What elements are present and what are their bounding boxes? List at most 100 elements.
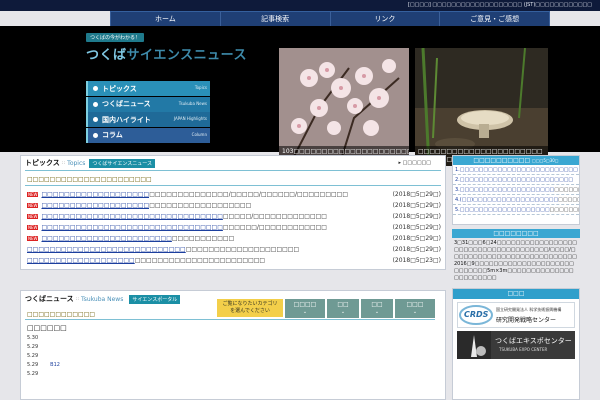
news-date: 5.29 <box>27 344 39 350</box>
crds-name: 研究開発戦略センター <box>496 317 557 324</box>
topic-link[interactable]: □□□□□□□□□□□□□□□□□□□□□□□ <box>41 235 171 242</box>
chevron-down-icon: ⌄ <box>412 309 418 315</box>
panel-title-date: □□□5□30□ <box>532 158 559 163</box>
ranking-row[interactable]: 2.□□□□□□□□□□□□□□□□□□□□□□□□ <box>453 175 579 185</box>
menu-label-en: Column <box>191 131 207 137</box>
section-menu: トピックス Topics つくばニュース Tsukuba News 国内ハイライ… <box>86 81 210 143</box>
source-tag[interactable]: つくばサイエンスニュース <box>89 158 155 168</box>
section-title-en: Tsukuba News <box>81 295 124 303</box>
menu-topics[interactable]: トピックス Topics <box>86 81 210 96</box>
news-row: 5.29 <box>27 371 50 377</box>
title-separator: :: <box>75 296 80 302</box>
topics-card: トピックス :: Topics つくばサイエンスニュース ▸ □□□□□□ □□… <box>20 155 446 270</box>
topic-row: □□□□□□□□□□□□□□□□□□□□□□□□□□□□ □□□□□□□□□□□… <box>27 244 441 254</box>
menu-label: つくばニュース <box>102 100 151 108</box>
section-title: トピックス <box>25 159 60 167</box>
news-row: 5.29 <box>27 353 50 359</box>
news-row: 5.29 <box>27 344 50 350</box>
topic-row: NEW □□□□□□□□□□□□□□□□□□□□□□□□□□□□□□□□ □□□… <box>27 211 441 221</box>
topic-row: NEW □□□□□□□□□□□□□□□□□□□ □□□□□□□□□□□□□□/□… <box>27 189 441 199</box>
ranking-row[interactable]: 3.□□□□□□□□□□□□□□□□□□□□□□□□□□□ <box>453 185 579 195</box>
site-logo[interactable]: つくばサイエンスニュース <box>86 44 247 63</box>
rank-desc: □□□□□□□ <box>554 187 579 193</box>
menu-label: トピックス <box>102 84 137 93</box>
chevron-down-icon: ⌄ <box>374 309 380 315</box>
category-label: □□□□ <box>293 301 317 308</box>
news-link[interactable]: B12 <box>50 362 60 368</box>
picker-text: ご覧になりたいカテゴリ を選んでください <box>222 301 278 314</box>
top-info-strip: [□□□□] □□□□□□□□□□□□□□□□□□□ (JST)□□□□□□□□… <box>0 0 600 11</box>
topic-date: (2018□5□29□) <box>392 212 441 220</box>
new-badge: NEW <box>27 191 39 197</box>
nav-article-search[interactable]: 記事検索 <box>219 12 330 26</box>
topic-desc: □□□□□□/□□□□□□□□□□□□ <box>222 223 327 231</box>
topic-link[interactable]: □□□□□□□□□□□□□□□□□□□ <box>27 257 135 264</box>
science-portal-button[interactable]: サイエンスポータル <box>129 294 181 304</box>
rank-desc: □□□□□□□□□□□□□□□□□□□ <box>549 207 579 213</box>
topic-link[interactable]: □□□□□□□□□□□□□□□□□□□□□□□□□□□□□□□□ <box>41 224 222 231</box>
menu-label: コラム <box>102 131 123 139</box>
new-badge: NEW <box>27 202 39 208</box>
tsukuba-news-card: つくばニュース :: Tsukuba News サイエンスポータル ご覧になりた… <box>20 290 446 400</box>
ranking-row[interactable]: 4.(□□)□□□□□□□□□□□□□□□□□□□□□□□□□□□□□□□ <box>453 195 579 205</box>
topic-desc: □□□□□□□□□□□□□□□□□□□□ <box>185 245 300 253</box>
topic-link[interactable]: □□□□□□□□□□□□□□□□□□□ <box>41 202 149 209</box>
category-tab[interactable]: □□ ⌄ <box>361 299 393 318</box>
panel-title-text: □□□□□□□□□□ <box>473 157 531 164</box>
news-date: 5.29 <box>27 353 39 359</box>
nav-home[interactable]: ホーム <box>110 12 220 26</box>
rank-link[interactable]: □□□□□□□□□□□□□□□□□□□□□□□□□ <box>460 167 578 173</box>
hero-banner: つくばの今がわかる！ つくばサイエンスニュース トピックス Topics つくば… <box>0 26 600 166</box>
more-link[interactable]: ▸ □□□□□□ <box>399 160 431 166</box>
news-date: 5.29 <box>27 362 39 368</box>
topic-desc: □□□□□□□□□□□□□□/□□□□□/□□□□□□/□□□□□□□□□ <box>149 190 349 198</box>
category-tab[interactable]: □□□□ ⌄ <box>285 299 325 318</box>
topic-row: NEW □□□□□□□□□□□□□□□□□□□ □□□□□□□□□□□□□□□□… <box>27 200 441 210</box>
rank-link[interactable]: (□□)□□□□□□□□□□□□□□□□□□ <box>460 197 558 203</box>
ranking-row[interactable]: 1.□□□□□□□□□□□□□□□□□□□□□□□□□ <box>453 165 579 175</box>
rank-desc: □□□□□□□□□□□□□ <box>558 197 579 203</box>
menu-tsukuba-news[interactable]: つくばニュース Tsukuba News <box>86 96 210 112</box>
logo-text-science-news: サイエンスニュース <box>126 48 247 63</box>
ranking-row[interactable]: 5.□□□□□□□□□□□□□□□□□□□□□□□□□□□□□□□□□□□□□□ <box>453 205 579 215</box>
new-badge: NEW <box>27 224 39 230</box>
site-tagline: つくばの今がわかる！ <box>86 33 145 42</box>
rank-link[interactable]: □□□□□□□□□□□□□□□□□□□□□□□□ <box>460 177 573 183</box>
header-divider <box>25 170 441 171</box>
expo-center-banner[interactable]: つくばエキスポセンター TSUKUBA EXPO CENTER <box>457 331 575 359</box>
nav-feedback[interactable]: ご意見・ご感想 <box>439 12 550 26</box>
category-label: □□ <box>371 301 383 308</box>
menu-japan-highlights[interactable]: 国内ハイライト JAPAN Highlights <box>86 112 210 127</box>
topic-link[interactable]: □□□□□□□□□□□□□□□□□□□ <box>41 191 149 198</box>
topic-date: (2018□5□29□) <box>392 234 441 242</box>
chevron-down-icon: ⌄ <box>340 309 346 315</box>
menu-label: 国内ハイライト <box>102 115 151 124</box>
category-tab[interactable]: □□ ⌄ <box>327 299 359 318</box>
menu-column[interactable]: コラム Column <box>86 127 210 143</box>
event-title: □□□□□□□□ <box>452 229 580 238</box>
crds-banner[interactable]: CRDS 国立研究開発法人 科学技術振興機構 研究開発戦略センター <box>457 302 575 328</box>
photo-mushroom[interactable]: □□□□□□□□□□□□□□□□□□□□□□ ©□□□□□□□□□□□□ <box>415 48 548 166</box>
new-badge: NEW <box>27 213 39 219</box>
global-nav: ホーム 記事検索 リンク ご意見・ご感想 <box>110 11 550 26</box>
rank-link[interactable]: □□□□□□□□□□□□□□□□□□□□ <box>460 187 554 193</box>
bullet-icon <box>93 117 98 122</box>
nav-links[interactable]: リンク <box>329 12 440 26</box>
banner-panel: □□□ CRDS 国立研究開発法人 科学技術振興機構 研究開発戦略センター つく… <box>452 288 580 400</box>
photo-cherry-blossom[interactable]: 103□□□□□□□□□□□□□□□□□□□□□□□□□ ©□□□□□□□□ <box>279 48 409 166</box>
topic-link[interactable]: □□□□□□□□□□□□□□□□□□□□□□□□□□□□□□□□ <box>41 213 222 220</box>
news-date: 5.29 <box>27 371 39 377</box>
panel-title: □□□□□□□□□□ □□□5□30□ <box>453 156 579 165</box>
category-tab[interactable]: □□□ ⌄ <box>395 299 435 318</box>
topic-link[interactable]: □□□□□□□□□□□□□□□□□□□□□□□□□□□□ <box>27 246 186 253</box>
ranking-panel: □□□□□□□□□□ □□□5□30□ 1.□□□□□□□□□□□□□□□□□□… <box>452 155 580 225</box>
category-label: □□□ <box>406 301 424 308</box>
rank-link[interactable]: □□□□□□□□□□□□□□□□□□□ <box>460 207 550 213</box>
news-list-heading: □□□□□□ <box>27 324 67 332</box>
section-title-en: Topics <box>67 159 86 167</box>
topic-date: (2018□5□29□) <box>392 245 441 253</box>
crds-org: 国立研究開発法人 科学技術振興機構 <box>496 307 562 312</box>
more-link-label: □□□□□□ <box>402 160 431 166</box>
topics-subtitle: □□□□□□□□□□□□□□□□□□□□□□ <box>27 176 152 183</box>
topic-desc: □□□□□□□□□□□ <box>171 234 235 242</box>
